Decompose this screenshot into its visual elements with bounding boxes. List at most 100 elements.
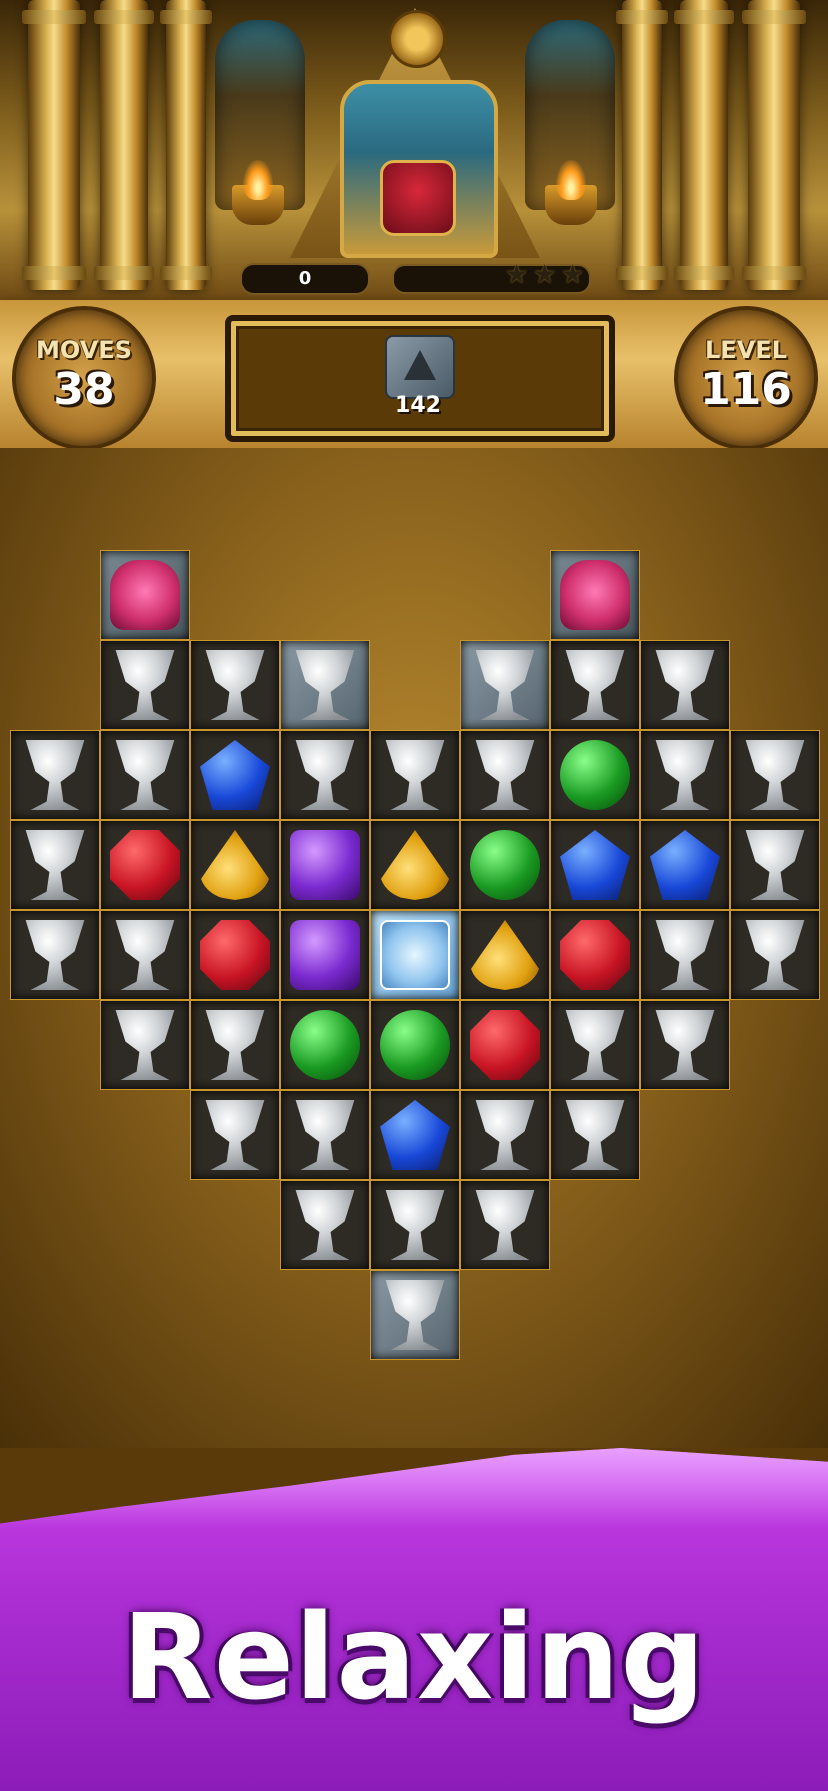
silver-chalice-icon[interactable] — [475, 650, 535, 720]
silver-chalice-icon[interactable] — [25, 920, 85, 990]
silver-chalice-icon[interactable] — [745, 830, 805, 900]
board-cell[interactable] — [640, 910, 730, 1000]
board-cell[interactable] — [280, 820, 370, 910]
board-cell[interactable] — [370, 1000, 460, 1090]
board-cell[interactable] — [550, 550, 640, 640]
board-cell[interactable] — [550, 1090, 640, 1180]
silver-chalice-icon[interactable] — [295, 1190, 355, 1260]
silver-chalice-icon[interactable] — [655, 740, 715, 810]
green-gem-icon[interactable] — [380, 1010, 450, 1080]
red-gem-icon[interactable] — [110, 830, 180, 900]
board-cell[interactable] — [370, 730, 460, 820]
purple-gem-icon[interactable] — [290, 920, 360, 990]
silver-chalice-icon[interactable] — [475, 740, 535, 810]
board-cell[interactable] — [640, 1000, 730, 1090]
board-cell[interactable] — [640, 640, 730, 730]
blue-gem-icon[interactable] — [200, 740, 270, 810]
board-cell[interactable] — [190, 640, 280, 730]
board-cell[interactable] — [280, 1000, 370, 1090]
board-cell[interactable] — [460, 640, 550, 730]
board-cell[interactable] — [10, 820, 100, 910]
silver-chalice-icon[interactable] — [655, 920, 715, 990]
scarab-icon[interactable] — [110, 560, 180, 630]
silver-chalice-icon[interactable] — [745, 920, 805, 990]
silver-chalice-icon[interactable] — [205, 650, 265, 720]
silver-chalice-icon[interactable] — [565, 650, 625, 720]
silver-chalice-icon[interactable] — [205, 1010, 265, 1080]
silver-chalice-icon[interactable] — [565, 1100, 625, 1170]
blue-gem-icon[interactable] — [650, 830, 720, 900]
scarab-icon[interactable] — [560, 560, 630, 630]
silver-chalice-icon[interactable] — [295, 1100, 355, 1170]
silver-chalice-icon[interactable] — [115, 920, 175, 990]
board-cell[interactable] — [280, 910, 370, 1000]
silver-chalice-icon[interactable] — [385, 1280, 445, 1350]
board-cell[interactable] — [460, 1090, 550, 1180]
board-cell[interactable] — [190, 1000, 280, 1090]
board-cell[interactable] — [550, 910, 640, 1000]
ice-block-icon[interactable] — [380, 920, 450, 990]
red-gem-icon[interactable] — [470, 1010, 540, 1080]
silver-chalice-icon[interactable] — [295, 650, 355, 720]
blue-gem-icon[interactable] — [380, 1100, 450, 1170]
silver-chalice-icon[interactable] — [25, 830, 85, 900]
silver-chalice-icon[interactable] — [655, 650, 715, 720]
red-gem-icon[interactable] — [560, 920, 630, 990]
board-cell[interactable] — [190, 730, 280, 820]
board-cell[interactable] — [100, 820, 190, 910]
board-cell[interactable] — [100, 910, 190, 1000]
board-cell[interactable] — [460, 820, 550, 910]
board-cell[interactable] — [10, 730, 100, 820]
board-cell[interactable] — [190, 1090, 280, 1180]
silver-chalice-icon[interactable] — [205, 1100, 265, 1170]
silver-chalice-icon[interactable] — [115, 740, 175, 810]
board-cell[interactable] — [100, 640, 190, 730]
silver-chalice-icon[interactable] — [115, 1010, 175, 1080]
board-cell[interactable] — [370, 1180, 460, 1270]
board-cell[interactable] — [460, 1180, 550, 1270]
board-cell[interactable] — [730, 730, 820, 820]
purple-gem-icon[interactable] — [290, 830, 360, 900]
board-cell[interactable] — [370, 1090, 460, 1180]
green-gem-icon[interactable] — [290, 1010, 360, 1080]
green-gem-icon[interactable] — [560, 740, 630, 810]
silver-chalice-icon[interactable] — [745, 740, 805, 810]
board-cell[interactable] — [280, 640, 370, 730]
board-cell[interactable] — [460, 1000, 550, 1090]
board-cell[interactable] — [280, 1090, 370, 1180]
yellow-gem-icon[interactable] — [380, 830, 450, 900]
silver-chalice-icon[interactable] — [295, 740, 355, 810]
board-cell[interactable] — [370, 1270, 460, 1360]
silver-chalice-icon[interactable] — [115, 650, 175, 720]
board-cell[interactable] — [190, 820, 280, 910]
board-cell[interactable] — [370, 910, 460, 1000]
silver-chalice-icon[interactable] — [385, 740, 445, 810]
board-cell[interactable] — [280, 730, 370, 820]
board-cell[interactable] — [190, 910, 280, 1000]
board-cell[interactable] — [370, 820, 460, 910]
silver-chalice-icon[interactable] — [25, 740, 85, 810]
silver-chalice-icon[interactable] — [565, 1010, 625, 1080]
board-cell[interactable] — [730, 910, 820, 1000]
board-cell[interactable] — [550, 730, 640, 820]
board-cell[interactable] — [640, 820, 730, 910]
board-cell[interactable] — [280, 1180, 370, 1270]
blue-gem-icon[interactable] — [560, 830, 630, 900]
red-gem-icon[interactable] — [200, 920, 270, 990]
yellow-gem-icon[interactable] — [200, 830, 270, 900]
silver-chalice-icon[interactable] — [655, 1010, 715, 1080]
silver-chalice-icon[interactable] — [475, 1190, 535, 1260]
board-cell[interactable] — [550, 640, 640, 730]
board-cell[interactable] — [460, 730, 550, 820]
silver-chalice-icon[interactable] — [385, 1190, 445, 1260]
board-cell[interactable] — [100, 1000, 190, 1090]
board-cell[interactable] — [550, 1000, 640, 1090]
board-cell[interactable] — [640, 730, 730, 820]
yellow-gem-icon[interactable] — [470, 920, 540, 990]
board-cell[interactable] — [730, 820, 820, 910]
board-cell[interactable] — [100, 730, 190, 820]
board-cell[interactable] — [100, 550, 190, 640]
board-cell[interactable] — [10, 910, 100, 1000]
green-gem-icon[interactable] — [470, 830, 540, 900]
silver-chalice-icon[interactable] — [475, 1100, 535, 1170]
